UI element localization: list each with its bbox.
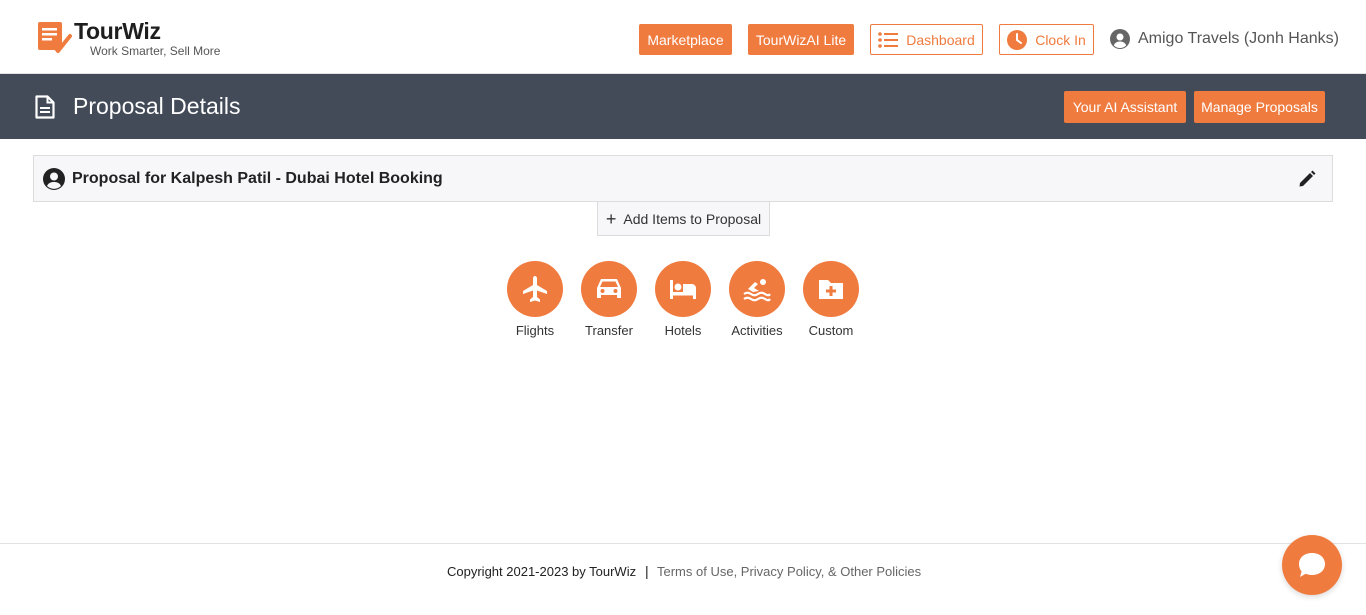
- tourwiz-logo[interactable]: TourWiz Work Smarter, Sell More: [36, 18, 226, 58]
- user-menu[interactable]: Amigo Travels (Jonh Hanks): [1110, 28, 1339, 50]
- page-title-bar: Proposal Details Your AI Assistant Manag…: [0, 74, 1366, 139]
- logo-name: TourWiz: [74, 18, 161, 44]
- bed-icon: [655, 261, 711, 317]
- dashboard-label: Dashboard: [906, 31, 975, 48]
- category-label: Hotels: [664, 323, 702, 338]
- clock-icon: [1007, 29, 1028, 50]
- category-flights[interactable]: Flights: [500, 261, 570, 338]
- add-items-to-proposal-button[interactable]: + Add Items to Proposal: [597, 202, 770, 236]
- footer: Copyright 2021-2023 by TourWiz | Terms o…: [0, 543, 1366, 615]
- category-activities[interactable]: Activities: [722, 261, 792, 338]
- chat-bubble-button[interactable]: [1282, 535, 1342, 595]
- category-label: Flights: [515, 323, 555, 338]
- folder-plus-icon: [803, 261, 859, 317]
- ai-assistant-button[interactable]: Your AI Assistant: [1064, 91, 1186, 123]
- category-hotels[interactable]: Hotels: [648, 261, 718, 338]
- plane-icon: [507, 261, 563, 317]
- copyright-text: Copyright 2021-2023 by TourWiz: [447, 564, 637, 579]
- list-icon: [878, 31, 899, 48]
- user-name: Amigo Travels (Jonh Hanks): [1138, 30, 1339, 47]
- clock-in-button[interactable]: Clock In: [999, 24, 1094, 55]
- user-avatar-icon: [1110, 29, 1130, 49]
- proposal-title: Proposal for Kalpesh Patil - Dubai Hotel…: [72, 170, 443, 187]
- car-icon: [581, 261, 637, 317]
- marketplace-button[interactable]: Marketplace: [639, 24, 732, 55]
- clock-in-label: Clock In: [1035, 31, 1086, 48]
- manage-proposals-button[interactable]: Manage Proposals: [1194, 91, 1325, 123]
- category-custom[interactable]: Custom: [796, 261, 866, 338]
- swimmer-icon: [729, 261, 785, 317]
- edit-pencil-icon[interactable]: [1298, 170, 1316, 193]
- logo-mark-icon: [38, 22, 72, 53]
- logo-tagline: Work Smarter, Sell More: [90, 44, 221, 58]
- chat-icon: [1299, 553, 1325, 577]
- user-circle-icon: [43, 168, 65, 190]
- document-icon: [35, 95, 55, 119]
- add-items-label: Add Items to Proposal: [623, 210, 762, 227]
- footer-separator: |: [645, 563, 649, 579]
- proposal-header: Proposal for Kalpesh Patil - Dubai Hotel…: [33, 155, 1333, 202]
- page-title: Proposal Details: [73, 93, 241, 119]
- tourwiz-ai-lite-button[interactable]: TourWizAI Lite: [748, 24, 854, 55]
- category-label: Custom: [808, 323, 854, 338]
- category-label: Transfer: [585, 323, 633, 338]
- dashboard-button[interactable]: Dashboard: [870, 24, 983, 55]
- plus-icon: +: [605, 208, 617, 229]
- category-transfer[interactable]: Transfer: [574, 261, 644, 338]
- category-label: Activities: [731, 323, 783, 338]
- policies-link[interactable]: Terms of Use, Privacy Policy, & Other Po…: [657, 564, 921, 579]
- top-header: TourWiz Work Smarter, Sell More Marketpl…: [0, 0, 1366, 74]
